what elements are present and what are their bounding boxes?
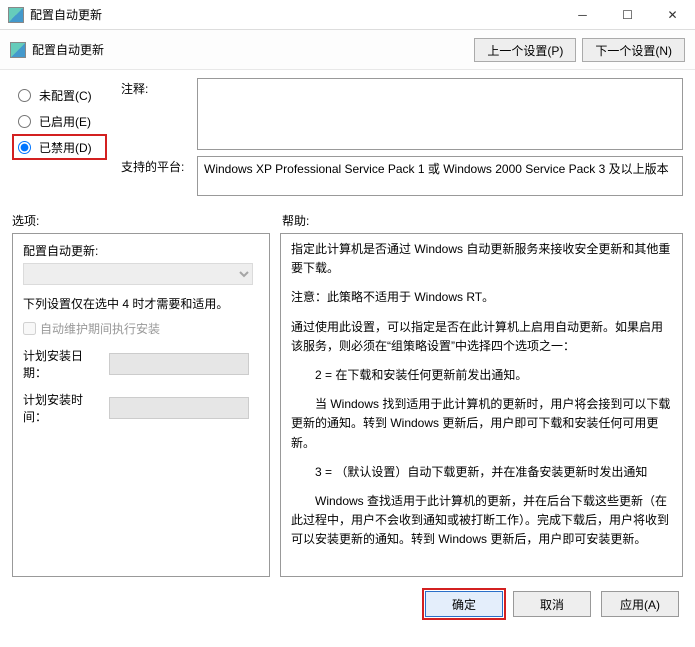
window-title: 配置自动更新 <box>30 6 560 23</box>
upper-section: 未配置(C) 已启用(E) 已禁用(D) 注释: 支持的平台: Windows … <box>12 78 683 202</box>
help-p2: 注意：此策略不适用于 Windows RT。 <box>291 288 672 307</box>
comment-label: 注释: <box>121 78 189 150</box>
configure-label: 配置自动更新: <box>23 242 259 259</box>
radio-disabled-label: 已禁用(D) <box>39 139 92 156</box>
title-bar: 配置自动更新 ─ ☐ ✕ <box>0 0 695 30</box>
options-label: 选项: <box>12 212 282 229</box>
minimize-button[interactable]: ─ <box>560 0 605 29</box>
help-panel[interactable]: 指定此计算机是否通过 Windows 自动更新服务来接收安全更新和其他重要下载。… <box>280 233 683 577</box>
maintenance-checkbox-row[interactable]: 自动维护期间执行安装 <box>23 320 259 337</box>
radio-enabled-label: 已启用(E) <box>39 113 91 130</box>
help-label: 帮助: <box>282 212 683 229</box>
help-p1: 指定此计算机是否通过 Windows 自动更新服务来接收安全更新和其他重要下载。 <box>291 240 672 278</box>
help-p3: 通过使用此设置，可以指定是否在此计算机上启用自动更新。如果启用该服务，则必须在“… <box>291 318 672 356</box>
meta-fields: 注释: 支持的平台: Windows XP Professional Servi… <box>121 78 683 202</box>
toolbar-title: 配置自动更新 <box>32 41 468 58</box>
help-p7: Windows 查找适用于此计算机的更新，并在后台下载这些更新（在此过程中，用户… <box>291 492 672 550</box>
prev-setting-button[interactable]: 上一个设置(P) <box>474 38 576 62</box>
ok-button[interactable]: 确定 <box>425 591 503 617</box>
configure-combo[interactable] <box>23 263 253 285</box>
help-p5: 当 Windows 找到适用于此计算机的更新时，用户将会接到可以下载更新的通知。… <box>291 395 672 453</box>
window-controls: ─ ☐ ✕ <box>560 0 695 29</box>
toolbar: 配置自动更新 上一个设置(P) 下一个设置(N) <box>0 30 695 70</box>
maximize-button[interactable]: ☐ <box>605 0 650 29</box>
schedule-time-label: 计划安装时间： <box>23 391 103 425</box>
platform-value: Windows XP Professional Service Pack 1 或… <box>197 156 683 196</box>
section-labels: 选项: 帮助: <box>12 212 683 229</box>
help-p4: 2 = 在下载和安装任何更新前发出通知。 <box>291 366 672 385</box>
content-area: 未配置(C) 已启用(E) 已禁用(D) 注释: 支持的平台: Windows … <box>0 70 695 581</box>
schedule-day-row: 计划安装日期： <box>23 347 259 381</box>
close-button[interactable]: ✕ <box>650 0 695 29</box>
radio-not-configured-label: 未配置(C) <box>39 87 92 104</box>
schedule-day-combo[interactable] <box>109 353 249 375</box>
radio-not-configured-input[interactable] <box>18 89 31 102</box>
options-note: 下列设置仅在选中 4 时才需要和适用。 <box>23 295 259 312</box>
maintenance-checkbox[interactable] <box>23 322 36 335</box>
platform-label: 支持的平台: <box>121 156 189 196</box>
schedule-time-combo[interactable] <box>109 397 249 419</box>
app-icon <box>8 7 24 23</box>
radio-enabled-input[interactable] <box>18 115 31 128</box>
radio-disabled-input[interactable] <box>18 141 31 154</box>
options-panel: 配置自动更新: 下列设置仅在选中 4 时才需要和适用。 自动维护期间执行安装 计… <box>12 233 270 577</box>
footer: 确定 取消 应用(A) <box>0 581 695 627</box>
maintenance-checkbox-label: 自动维护期间执行安装 <box>40 320 160 337</box>
state-radio-group: 未配置(C) 已启用(E) 已禁用(D) <box>12 78 107 202</box>
comment-row: 注释: <box>121 78 683 150</box>
schedule-time-row: 计划安装时间： <box>23 391 259 425</box>
radio-enabled[interactable]: 已启用(E) <box>12 108 107 134</box>
next-setting-button[interactable]: 下一个设置(N) <box>582 38 685 62</box>
help-p6: 3 = （默认设置）自动下载更新，并在准备安装更新时发出通知 <box>291 463 672 482</box>
apply-button[interactable]: 应用(A) <box>601 591 679 617</box>
comment-input[interactable] <box>197 78 683 150</box>
schedule-day-label: 计划安装日期： <box>23 347 103 381</box>
main-area: 配置自动更新: 下列设置仅在选中 4 时才需要和适用。 自动维护期间执行安装 计… <box>12 233 683 577</box>
radio-not-configured[interactable]: 未配置(C) <box>12 82 107 108</box>
radio-disabled[interactable]: 已禁用(D) <box>12 134 107 160</box>
platform-row: 支持的平台: Windows XP Professional Service P… <box>121 156 683 196</box>
policy-icon <box>10 42 26 58</box>
cancel-button[interactable]: 取消 <box>513 591 591 617</box>
